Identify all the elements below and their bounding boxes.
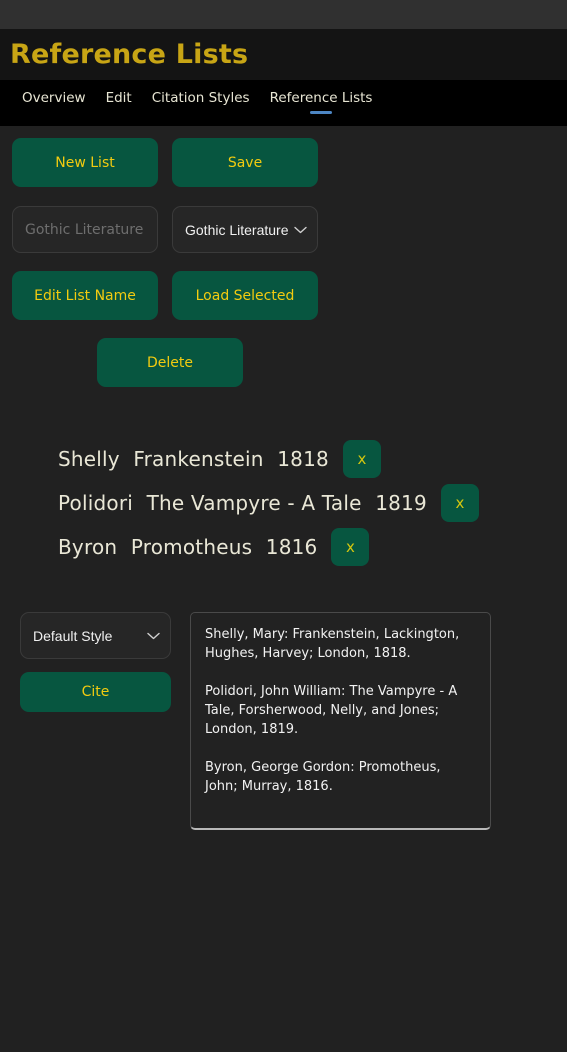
page-title: Reference Lists (10, 39, 249, 70)
chevron-down-icon (147, 627, 160, 645)
reference-author: Polidori (58, 491, 134, 515)
reference-author: Byron (58, 535, 118, 559)
reference-author: Shelly (58, 447, 120, 471)
title-bar: Reference Lists (0, 29, 567, 80)
citation-style-select-label: Default Style (33, 627, 113, 644)
tab-bar: Overview Edit Citation Styles Reference … (0, 80, 567, 126)
reference-year: 1818 (277, 447, 329, 471)
load-selected-button[interactable]: Load Selected (172, 271, 318, 320)
toolbar-row-fields: Gothic Literature (0, 206, 567, 253)
reference-entry-text: Byron Promotheus 1816 (58, 535, 317, 559)
reference-title: The Vampyre - A Tale (146, 491, 362, 515)
edit-list-name-button[interactable]: Edit List Name (12, 271, 158, 320)
citation-paragraph: Polidori, John William: The Vampyre - A … (205, 684, 458, 737)
tab-edit-label: Edit (105, 90, 132, 106)
list-item: Shelly Frankenstein 1818 x (58, 437, 567, 481)
tab-reference-lists-label: Reference Lists (269, 90, 373, 106)
tab-overview[interactable]: Overview (12, 88, 96, 118)
chevron-down-icon (294, 221, 307, 239)
reference-year: 1819 (375, 491, 427, 515)
citation-output-textarea[interactable]: Shelly, Mary: Frankenstein, Lackington, … (190, 612, 491, 830)
main-content: New List Save Gothic Literature Edit Lis… (0, 138, 567, 1052)
tab-overview-label: Overview (22, 90, 86, 106)
reference-title: Promotheus (130, 535, 253, 559)
reference-entry-text: Polidori The Vampyre - A Tale 1819 (58, 491, 427, 515)
citation-paragraph: Byron, George Gordon: Promotheus, John; … (205, 760, 441, 794)
reference-year: 1816 (265, 535, 318, 559)
citation-style-select[interactable]: Default Style (20, 612, 171, 659)
new-list-button[interactable]: New List (12, 138, 158, 187)
reference-entry-list: Shelly Frankenstein 1818 x Polidori The … (0, 437, 567, 569)
tab-active-underline (310, 111, 333, 114)
remove-reference-button[interactable]: x (342, 440, 381, 478)
window-chrome-strip (0, 0, 567, 29)
tab-citation-styles[interactable]: Citation Styles (142, 88, 260, 118)
cite-controls: Default Style Cite (20, 612, 171, 712)
toolbar-row-create: New List Save (0, 138, 567, 187)
remove-reference-button[interactable]: x (440, 484, 479, 522)
citation-paragraph: Shelly, Mary: Frankenstein, Lackington, … (205, 627, 460, 661)
cite-section: Default Style Cite Shelly, Mary: Franken… (0, 612, 567, 830)
list-name-input[interactable] (12, 206, 158, 253)
list-select-label: Gothic Literature (185, 221, 289, 238)
tab-citation-styles-label: Citation Styles (151, 90, 250, 106)
reference-entry-text: Shelly Frankenstein 1818 (58, 447, 329, 471)
list-select[interactable]: Gothic Literature (172, 206, 318, 253)
toolbar-row-manage: Edit List Name Load Selected (0, 271, 567, 320)
reference-title: Frankenstein (133, 447, 264, 471)
tab-reference-lists[interactable]: Reference Lists (260, 88, 383, 118)
toolbar-row-delete: Delete (0, 338, 567, 387)
list-item: Byron Promotheus 1816 x (58, 525, 567, 569)
tab-edit[interactable]: Edit (96, 88, 142, 118)
cite-button[interactable]: Cite (20, 672, 171, 712)
delete-button[interactable]: Delete (97, 338, 243, 387)
list-item: Polidori The Vampyre - A Tale 1819 x (58, 481, 567, 525)
save-button[interactable]: Save (172, 138, 318, 187)
remove-reference-button[interactable]: x (331, 528, 370, 566)
